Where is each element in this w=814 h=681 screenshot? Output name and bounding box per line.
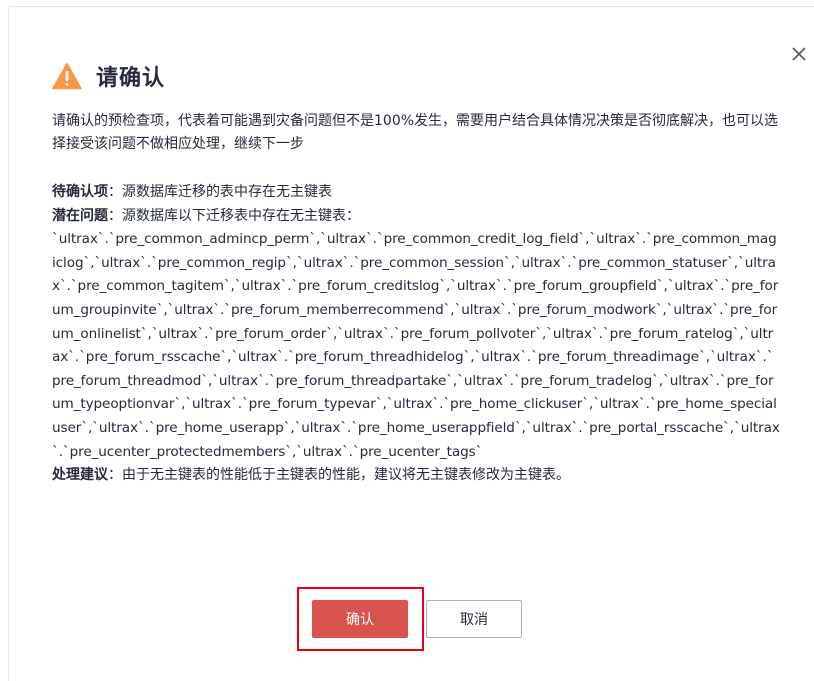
pending-item-value: ：源数据库迁移的表中存在无主键表 (108, 184, 332, 200)
suggestion-line: 处理建议：由于无主键表的性能低于主键表的性能，建议将无主键表修改为主键表。 (52, 464, 780, 488)
dialog-header: 请确认 (52, 60, 165, 92)
suggestion-label: 处理建议 (52, 467, 108, 484)
confirm-button[interactable]: 确认 (312, 600, 408, 638)
table-list: `ultrax`.`pre_common_admincp_perm`,`ultr… (52, 231, 780, 460)
pending-item-line: 待确认项：源数据库迁移的表中存在无主键表 (52, 181, 780, 205)
dialog-description: 请确认的预检查项，代表着可能遇到灾备问题但不是100%发生，需要用户结合具体情况… (52, 113, 779, 152)
precheck-details: 待确认项：源数据库迁移的表中存在无主键表 潜在问题：源数据库以下迁移表中存在无主… (52, 181, 780, 488)
suggestion-value: ：由于无主键表的性能低于主键表的性能，建议将无主键表修改为主键表。 (108, 467, 570, 484)
cancel-button[interactable]: 取消 (426, 600, 522, 638)
warning-icon (52, 62, 82, 90)
close-icon[interactable] (788, 43, 810, 65)
pending-item-label: 待确认项 (52, 184, 108, 200)
dialog-title: 请确认 (96, 66, 166, 91)
potential-issue-label: 潜在问题 (52, 207, 108, 224)
potential-issue-value: ：源数据库以下迁移表中存在无主键表： (108, 207, 360, 224)
potential-issue-line: 潜在问题：源数据库以下迁移表中存在无主键表： (52, 205, 780, 229)
